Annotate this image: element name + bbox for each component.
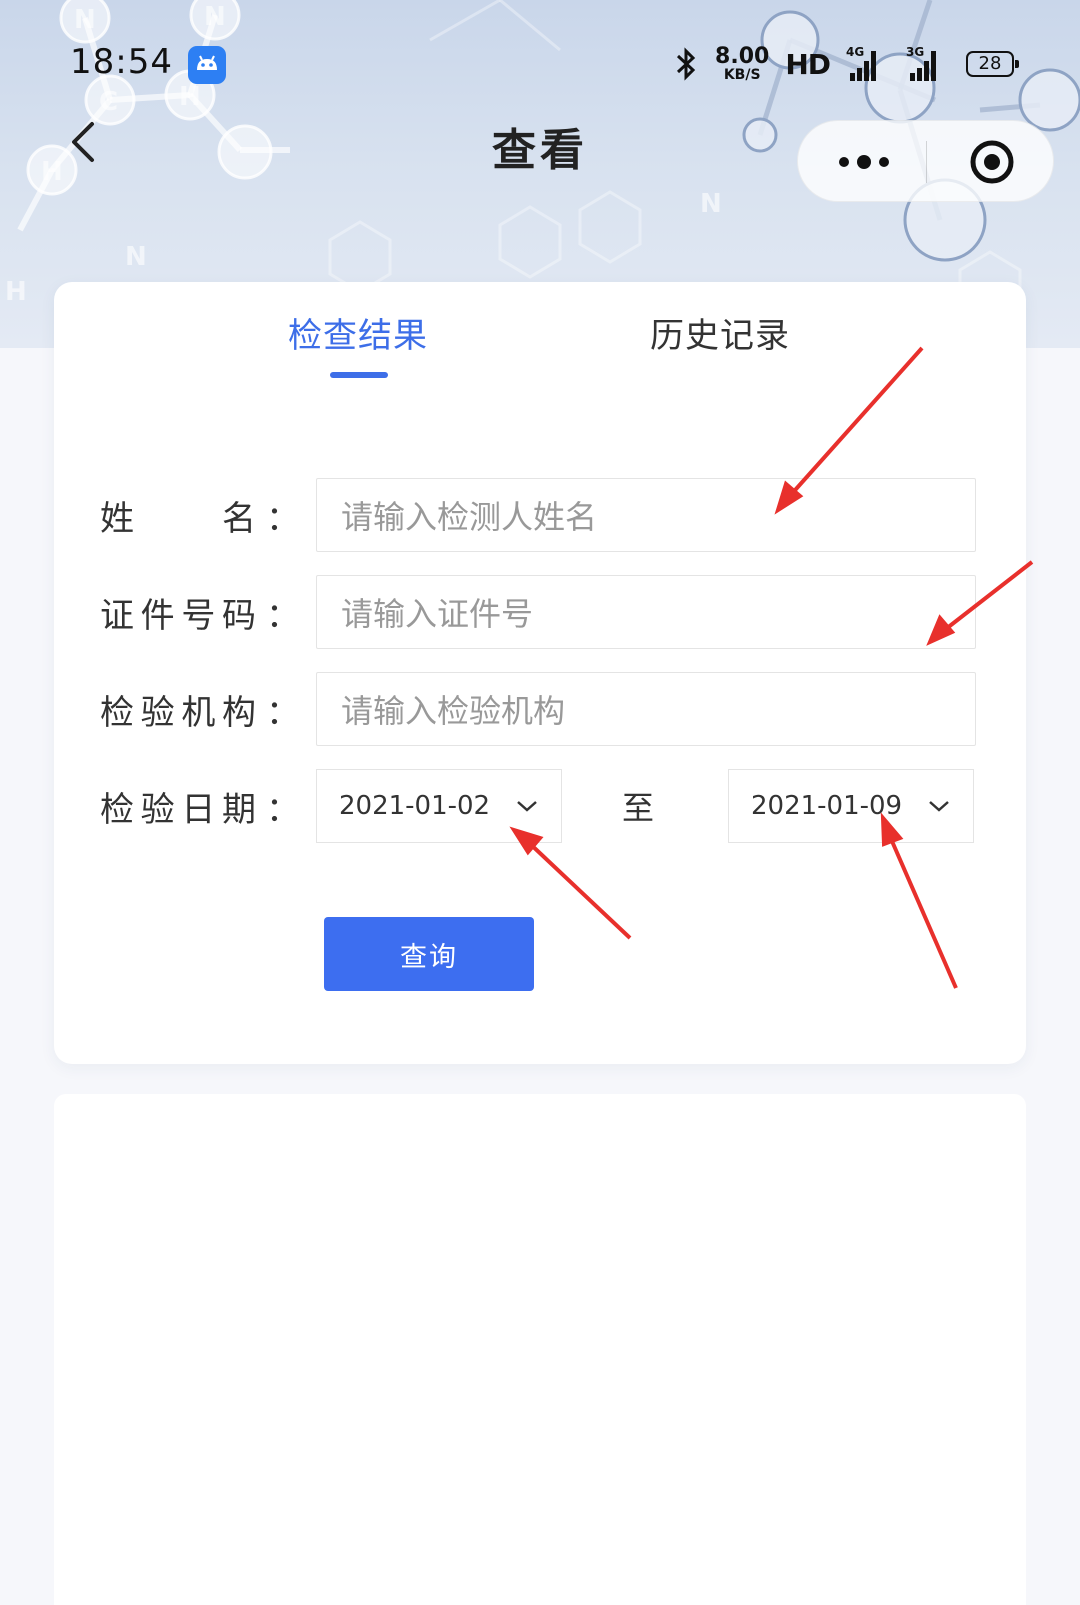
close-icon[interactable] bbox=[968, 138, 1016, 186]
svg-text:C: C bbox=[99, 87, 118, 117]
capsule-divider bbox=[926, 141, 927, 183]
label-colon: ： bbox=[266, 692, 300, 733]
search-card: 检查结果 历史记录 姓 名 ： 请输入检测人姓名 证 件 号 码 ： 请输入证件… bbox=[54, 282, 1026, 1064]
end-date-picker[interactable]: 2021-01-09 bbox=[728, 769, 974, 843]
tab-check-results[interactable]: 检查结果 bbox=[288, 308, 428, 357]
institution-label-char: 机 bbox=[181, 692, 216, 733]
signal-2-label: 3G bbox=[906, 45, 925, 59]
android-app-icon bbox=[188, 46, 226, 84]
id-number-input[interactable]: 请输入证件号 bbox=[316, 575, 976, 649]
signal-icon-2: 3G bbox=[906, 45, 950, 81]
id-label-char: 号 bbox=[181, 595, 216, 636]
institution-label-char: 构 bbox=[221, 692, 256, 733]
battery-icon: 28 bbox=[966, 51, 1019, 77]
bluetooth-icon bbox=[677, 47, 696, 81]
end-date-value: 2021-01-09 bbox=[751, 791, 903, 821]
speed-unit: KB/S bbox=[723, 67, 761, 83]
mini-program-capsule bbox=[797, 120, 1054, 202]
id-number-label: 证 件 号 码 ： bbox=[100, 575, 300, 649]
svg-text:H: H bbox=[5, 277, 27, 307]
date-label: 检 验 日 期 ： bbox=[100, 769, 300, 843]
query-button[interactable]: 查询 bbox=[324, 917, 534, 991]
label-colon: ： bbox=[266, 498, 300, 539]
start-date-picker[interactable]: 2021-01-02 bbox=[316, 769, 562, 843]
id-label-char: 码 bbox=[221, 595, 256, 636]
label-colon: ： bbox=[266, 789, 300, 830]
date-label-char: 检 bbox=[100, 789, 134, 830]
id-label-char: 证 bbox=[100, 595, 134, 636]
institution-label-char: 检 bbox=[100, 692, 134, 733]
results-area bbox=[54, 1094, 1026, 1605]
hd-label: HD bbox=[785, 47, 831, 81]
active-tab-indicator bbox=[330, 372, 388, 378]
start-date-value: 2021-01-02 bbox=[339, 791, 491, 821]
name-label-char: 名 bbox=[222, 498, 256, 539]
svg-text:N: N bbox=[74, 5, 96, 35]
form-row-name: 姓 名 ： 请输入检测人姓名 bbox=[100, 478, 980, 552]
more-icon[interactable] bbox=[828, 143, 898, 181]
form-row-institution: 检 验 机 构 ： 请输入检验机构 bbox=[100, 672, 980, 746]
date-label-char: 日 bbox=[181, 789, 216, 830]
institution-label-char: 验 bbox=[140, 692, 175, 733]
institution-label: 检 验 机 构 ： bbox=[100, 672, 300, 746]
label-colon: ： bbox=[266, 595, 300, 636]
chevron-down-icon bbox=[517, 801, 537, 812]
svg-text:N: N bbox=[700, 189, 722, 219]
svg-text:N: N bbox=[125, 242, 147, 272]
id-label-char: 件 bbox=[140, 595, 175, 636]
chevron-down-icon bbox=[929, 801, 949, 812]
tab-history[interactable]: 历史记录 bbox=[650, 308, 790, 357]
institution-input[interactable]: 请输入检验机构 bbox=[316, 672, 976, 746]
network-speed: 8.00 KB/S bbox=[715, 44, 770, 83]
date-range-separator: 至 bbox=[622, 789, 655, 827]
signal-icon: 4G bbox=[846, 45, 890, 81]
status-icons: 8.00 KB/S HD 4G 3G 28 bbox=[673, 44, 1019, 84]
svg-text:H: H bbox=[179, 82, 201, 112]
speed-value: 8.00 bbox=[715, 44, 770, 69]
name-input[interactable]: 请输入检测人姓名 bbox=[316, 478, 976, 552]
name-label-char: 姓 bbox=[100, 498, 134, 539]
svg-text:N: N bbox=[204, 2, 226, 32]
form-row-id-number: 证 件 号 码 ： 请输入证件号 bbox=[100, 575, 980, 649]
status-time: 18:54 bbox=[70, 42, 173, 82]
date-label-char: 期 bbox=[221, 789, 256, 830]
form-row-date: 检 验 日 期 ： 2021-01-02 至 2021-01-09 bbox=[100, 769, 980, 843]
name-label: 姓 名 ： bbox=[100, 478, 300, 552]
date-label-char: 验 bbox=[140, 789, 175, 830]
signal-1-label: 4G bbox=[846, 45, 865, 59]
